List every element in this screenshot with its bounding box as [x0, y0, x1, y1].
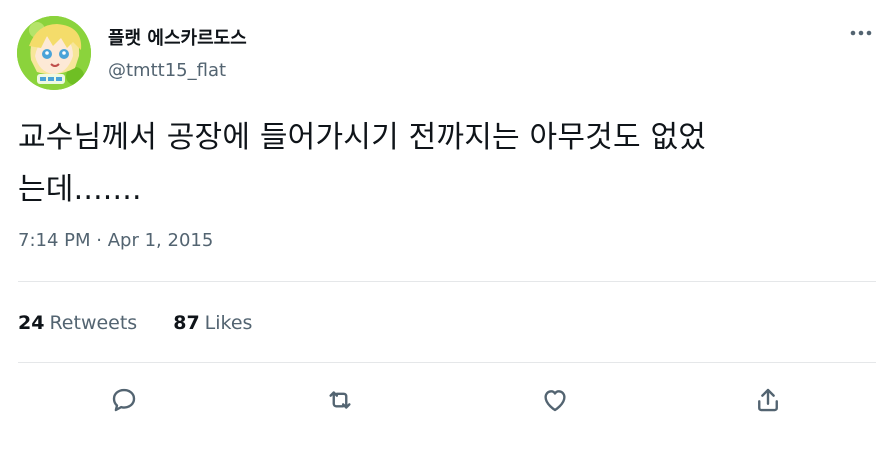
- more-options-button[interactable]: [846, 18, 876, 48]
- retweet-button[interactable]: [322, 382, 358, 418]
- tweet-text-line-2: 는데.......: [18, 172, 142, 207]
- share-icon: [758, 388, 778, 412]
- retweets-stat[interactable]: 24 Retweets: [18, 312, 137, 334]
- timestamp-separator: ·: [96, 230, 102, 251]
- divider-bottom: [18, 362, 876, 363]
- more-horizontal-icon: [850, 30, 872, 36]
- likes-label: Likes: [204, 312, 253, 334]
- tweet-text-line-1: 교수님께서 공장에 들어가시기 전까지는 아무것도 없었: [18, 120, 707, 155]
- engagement-stats: 24 Retweets 87 Likes: [18, 312, 252, 334]
- share-button[interactable]: [750, 382, 786, 418]
- author-handle[interactable]: @tmtt15_flat: [108, 60, 226, 81]
- likes-count: 87: [173, 312, 200, 334]
- tweet-date[interactable]: Apr 1, 2015: [108, 230, 214, 251]
- retweets-label: Retweets: [49, 312, 138, 334]
- reply-button[interactable]: [106, 382, 142, 418]
- likes-stat[interactable]: 87 Likes: [173, 312, 252, 334]
- like-heart-icon: [544, 390, 566, 412]
- tweet-timestamp: 7:14 PM · Apr 1, 2015: [18, 230, 213, 251]
- like-button[interactable]: [537, 382, 573, 418]
- author-display-name[interactable]: 플랫 에스카르도스: [108, 24, 247, 50]
- tweet-text: 교수님께서 공장에 들어가시기 전까지는 아무것도 없었 는데.......: [18, 112, 868, 216]
- avatar[interactable]: [17, 16, 91, 90]
- reply-icon: [112, 388, 136, 412]
- retweets-count: 24: [18, 312, 45, 334]
- divider-top: [18, 281, 876, 282]
- avatar-illustration: [17, 16, 91, 90]
- tweet-time[interactable]: 7:14 PM: [18, 230, 91, 251]
- retweet-icon: [329, 391, 351, 409]
